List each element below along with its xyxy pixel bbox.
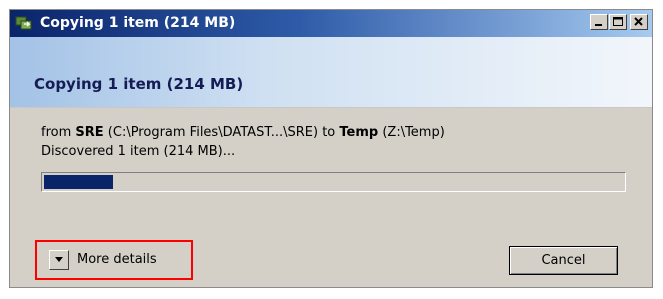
progress-fill (44, 175, 113, 189)
source-name: SRE (75, 125, 104, 140)
minimize-icon (595, 24, 602, 26)
more-details-toggle[interactable] (49, 250, 69, 270)
maximize-icon (613, 17, 623, 26)
dialog-header: Copying 1 item (214 MB) (10, 37, 652, 108)
from-prefix: from (41, 125, 76, 140)
chevron-down-icon (55, 257, 63, 262)
close-icon (634, 17, 643, 26)
more-details-highlight: More details (35, 240, 193, 280)
header-title: Copying 1 item (214 MB) (34, 75, 244, 93)
destination-path: (Z:\Temp) (378, 125, 445, 140)
source-path: (C:\Program Files\DATAST...\SRE) to (103, 125, 340, 140)
copy-files-icon (15, 15, 33, 31)
more-details-label[interactable]: More details (77, 252, 157, 267)
transfer-source-destination: from SRE (C:\Program Files\DATAST...\SRE… (41, 125, 445, 140)
close-button[interactable] (630, 14, 648, 30)
window-title: Copying 1 item (214 MB) (40, 15, 236, 31)
title-bar[interactable]: Copying 1 item (214 MB) (10, 10, 652, 37)
destination-name: Temp (339, 125, 379, 140)
window-controls (589, 14, 648, 30)
cancel-button[interactable]: Cancel (509, 246, 618, 275)
minimize-button[interactable] (590, 14, 608, 30)
progress-bar (41, 172, 626, 192)
maximize-button[interactable] (609, 14, 627, 30)
discovered-status: Discovered 1 item (214 MB)... (41, 144, 236, 159)
